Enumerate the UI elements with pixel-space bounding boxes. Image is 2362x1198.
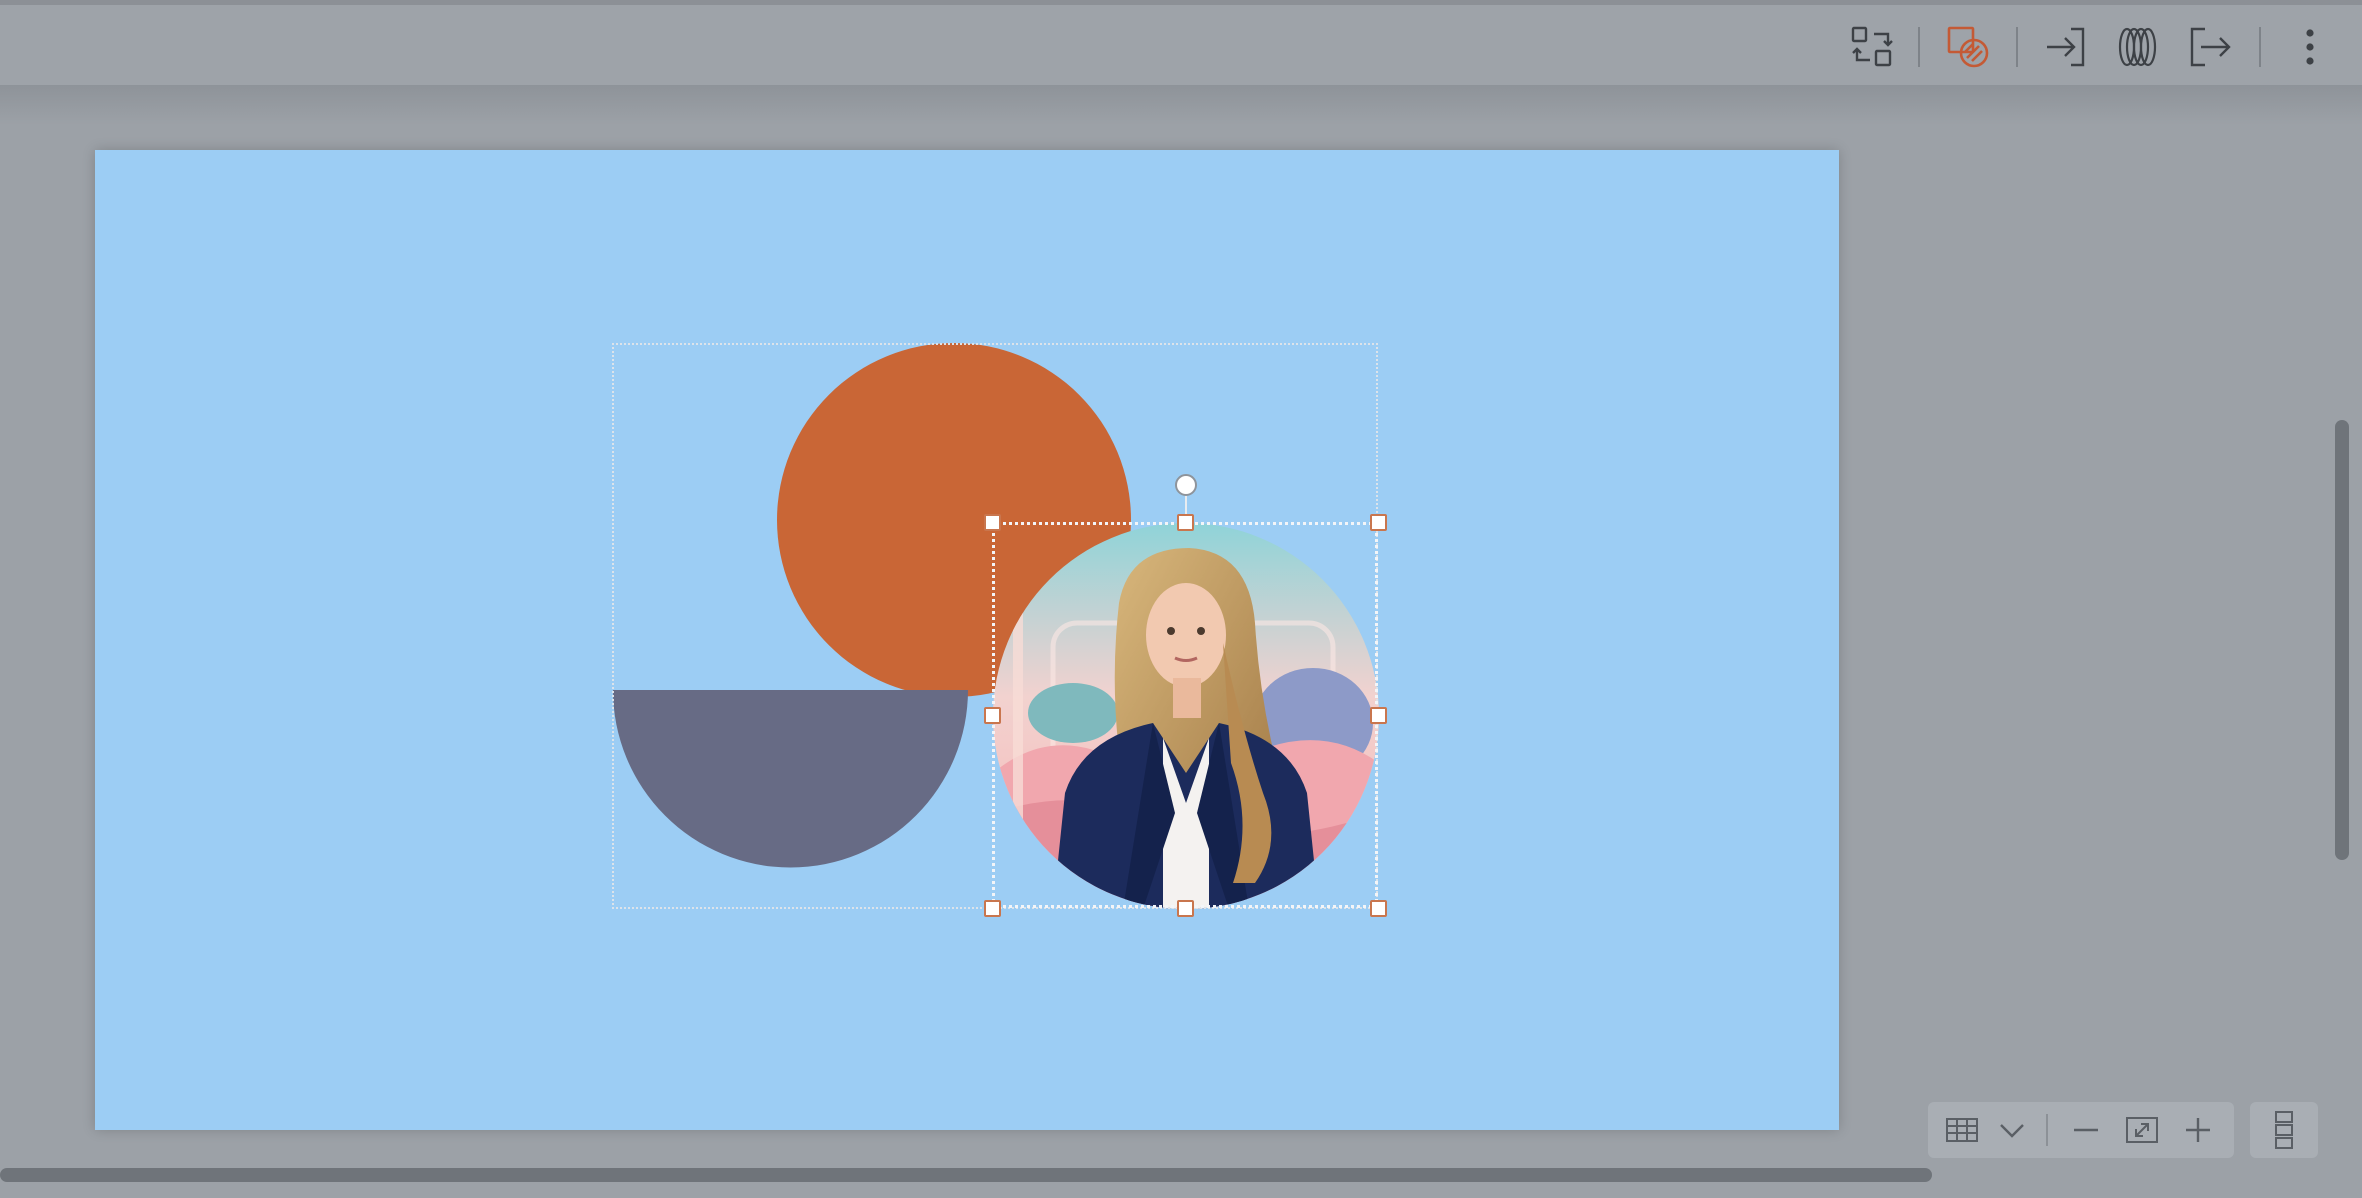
shape-format-button[interactable]: [1940, 19, 1996, 75]
grid-view-icon: [1946, 1118, 1978, 1142]
shape-format-icon: [1947, 26, 1989, 68]
more-options-button[interactable]: [2282, 19, 2338, 75]
rings-effects-icon: [2118, 27, 2157, 67]
zoom-in-button[interactable]: [2176, 1108, 2220, 1152]
top-toolbar: [0, 5, 2362, 85]
shape-selection-frame: [992, 522, 1378, 908]
rotation-handle[interactable]: [1175, 474, 1197, 496]
toolbar-separator: [2016, 27, 2018, 67]
vertical-scrollbar-thumb[interactable]: [2335, 420, 2349, 860]
rings-effects-button[interactable]: [2110, 19, 2166, 75]
zoom-separator: [2046, 1114, 2048, 1146]
view-mode-button[interactable]: [1940, 1108, 1984, 1152]
replace-shape-icon: [1851, 26, 1893, 67]
exit-group-button[interactable]: [2182, 19, 2238, 75]
plus-icon: [2186, 1118, 2210, 1142]
resize-handle-right[interactable]: [1370, 707, 1387, 724]
resize-handle-top-right[interactable]: [1370, 514, 1387, 531]
minus-icon: [2074, 1128, 2098, 1132]
resize-handle-left[interactable]: [984, 707, 1001, 724]
exit-group-icon: [2190, 27, 2231, 67]
zoom-out-button[interactable]: [2064, 1108, 2108, 1152]
panel-toggle-button[interactable]: [2250, 1102, 2318, 1158]
rotation-connector: [1185, 495, 1187, 515]
view-mode-dropdown[interactable]: [1990, 1108, 2034, 1152]
resize-handle-top-left[interactable]: [984, 514, 1001, 531]
more-vertical-icon: [2306, 29, 2314, 65]
zoom-controls: [1928, 1102, 2234, 1158]
toolbar-separator: [2259, 27, 2261, 67]
resize-handle-top[interactable]: [1177, 514, 1194, 531]
slide-canvas[interactable]: [95, 150, 1839, 1130]
enter-group-icon: [2047, 27, 2085, 67]
resize-handle-bottom[interactable]: [1177, 900, 1194, 917]
panels-icon: [2275, 1111, 2293, 1149]
fit-to-screen-icon: [2126, 1117, 2158, 1143]
toolbar-separator: [1918, 27, 1920, 67]
horizontal-scrollbar-thumb[interactable]: [0, 1168, 1932, 1182]
fit-to-screen-button[interactable]: [2120, 1108, 2164, 1152]
chevron-down-icon: [2000, 1124, 2024, 1138]
enter-group-button[interactable]: [2038, 19, 2094, 75]
replace-shape-button[interactable]: [1844, 19, 1900, 75]
resize-handle-bottom-left[interactable]: [984, 900, 1001, 917]
resize-handle-bottom-right[interactable]: [1370, 900, 1387, 917]
